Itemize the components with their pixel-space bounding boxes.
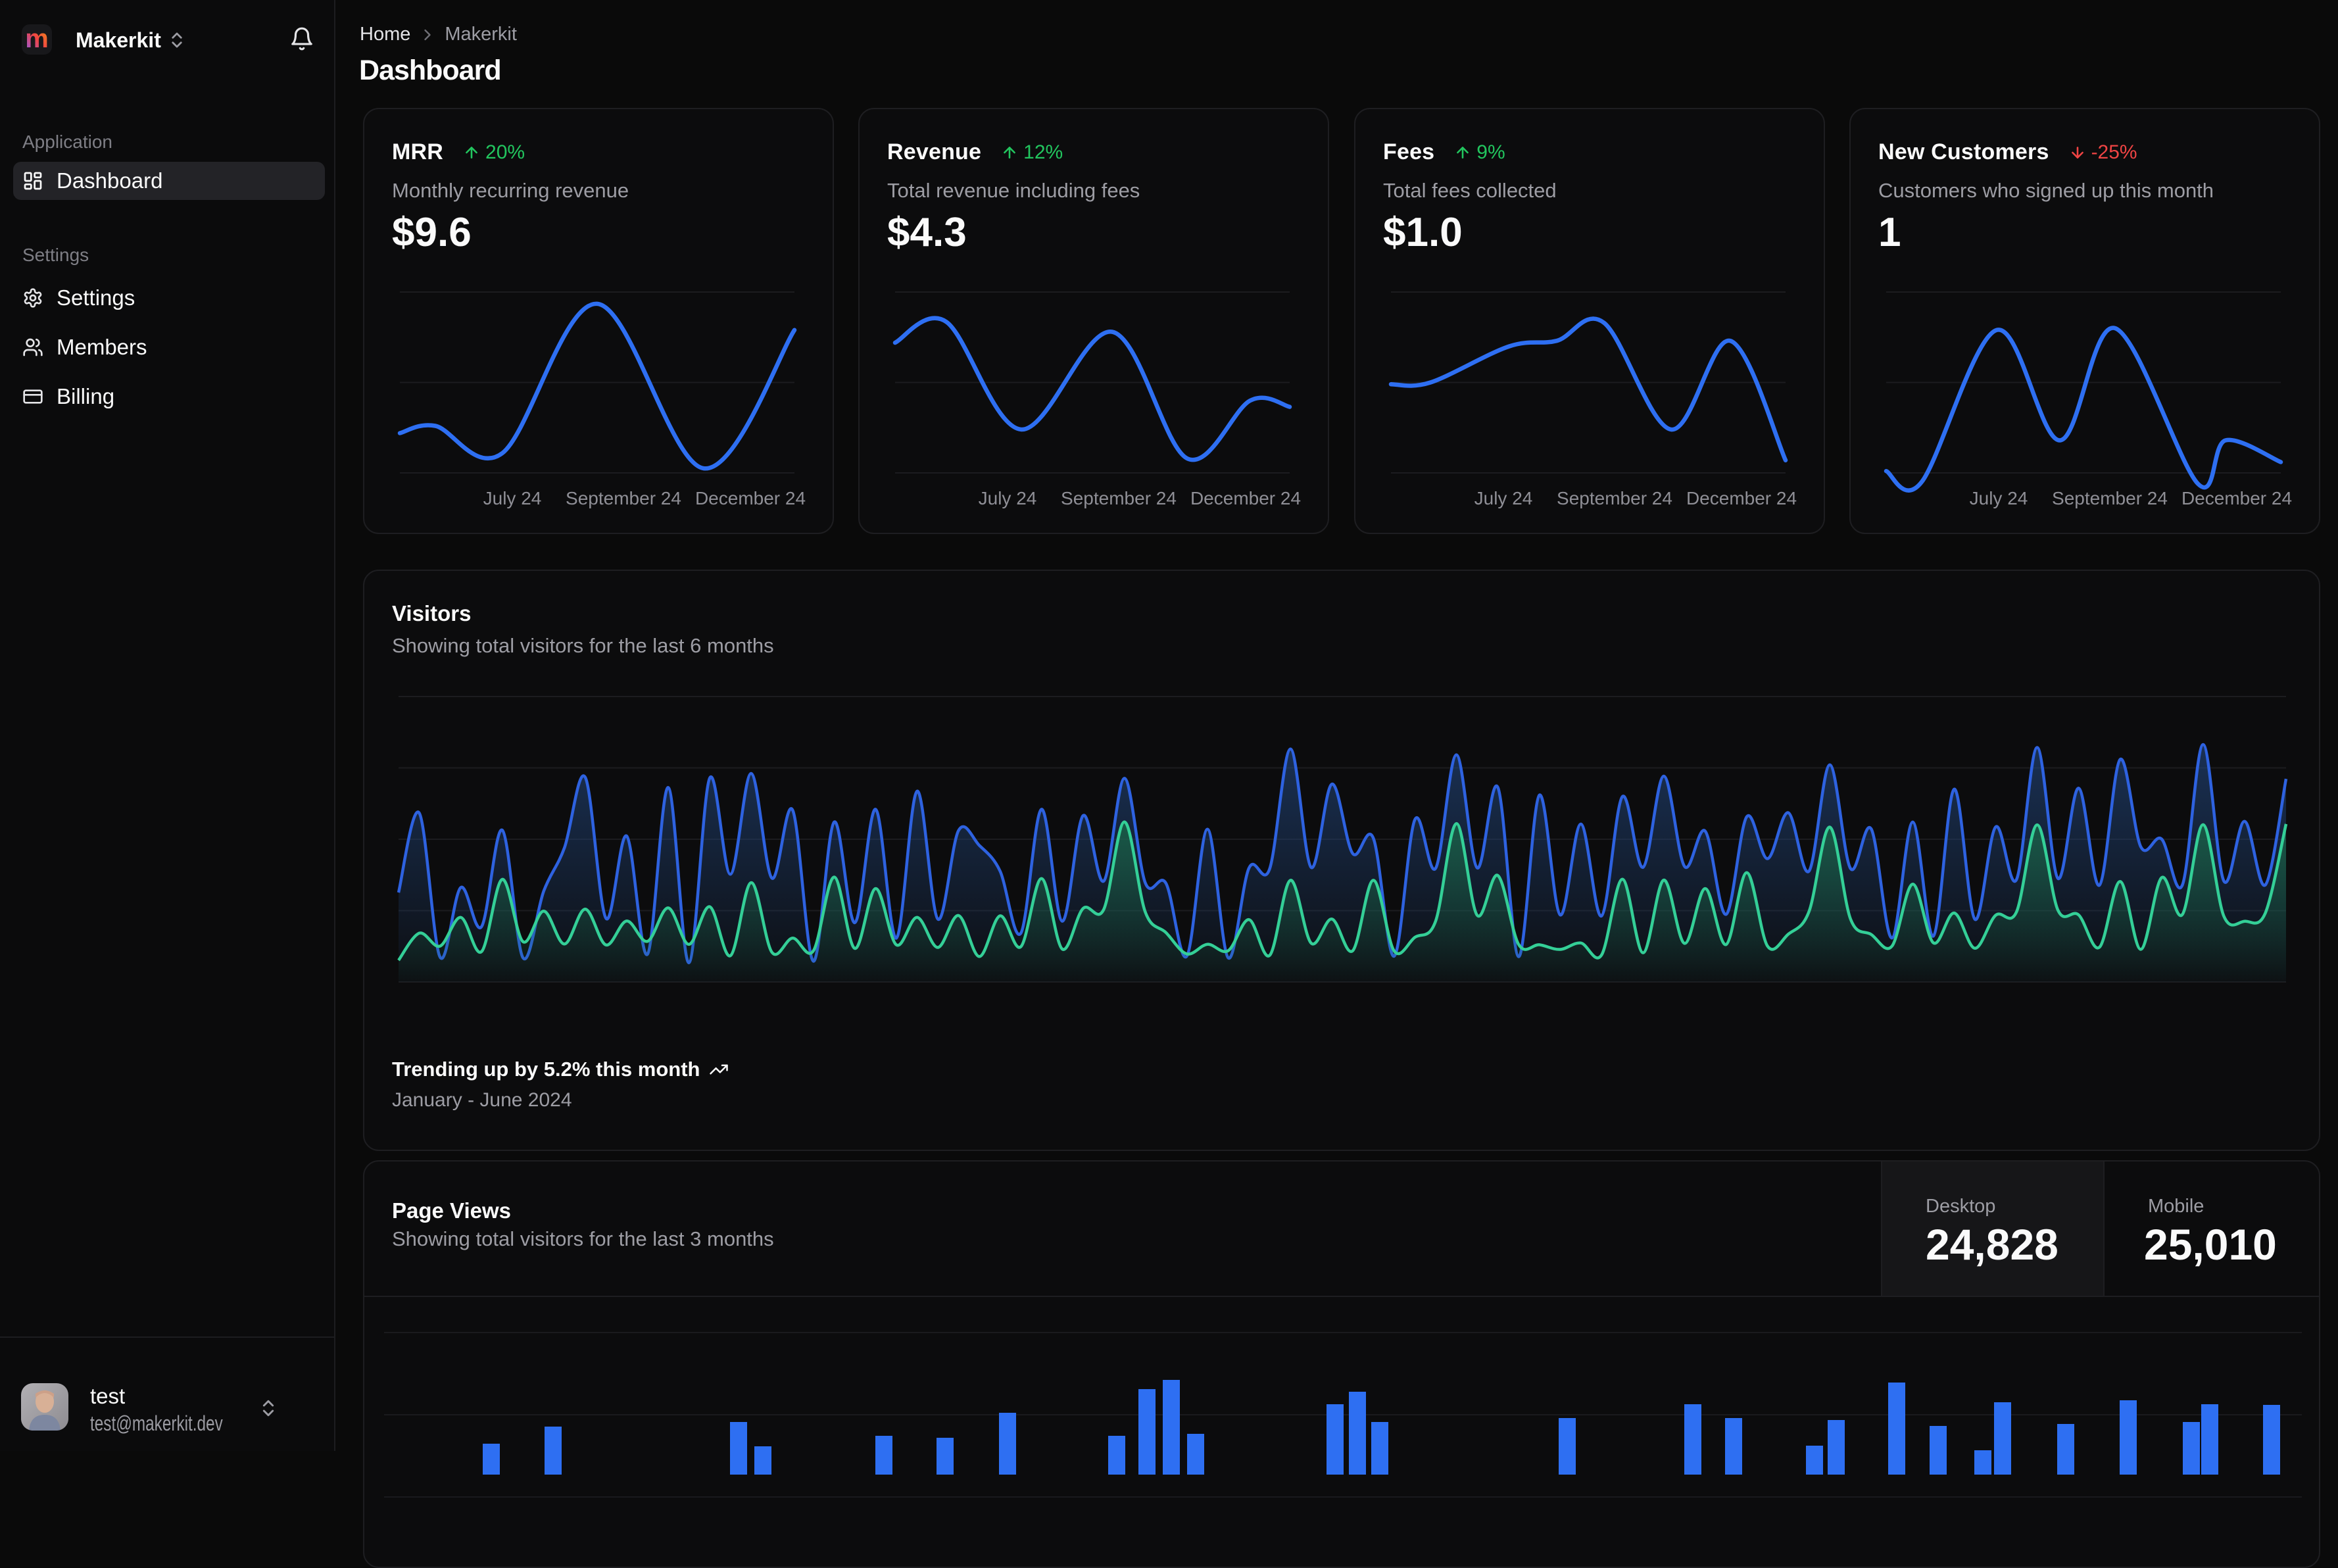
- svg-text:m: m: [25, 24, 49, 53]
